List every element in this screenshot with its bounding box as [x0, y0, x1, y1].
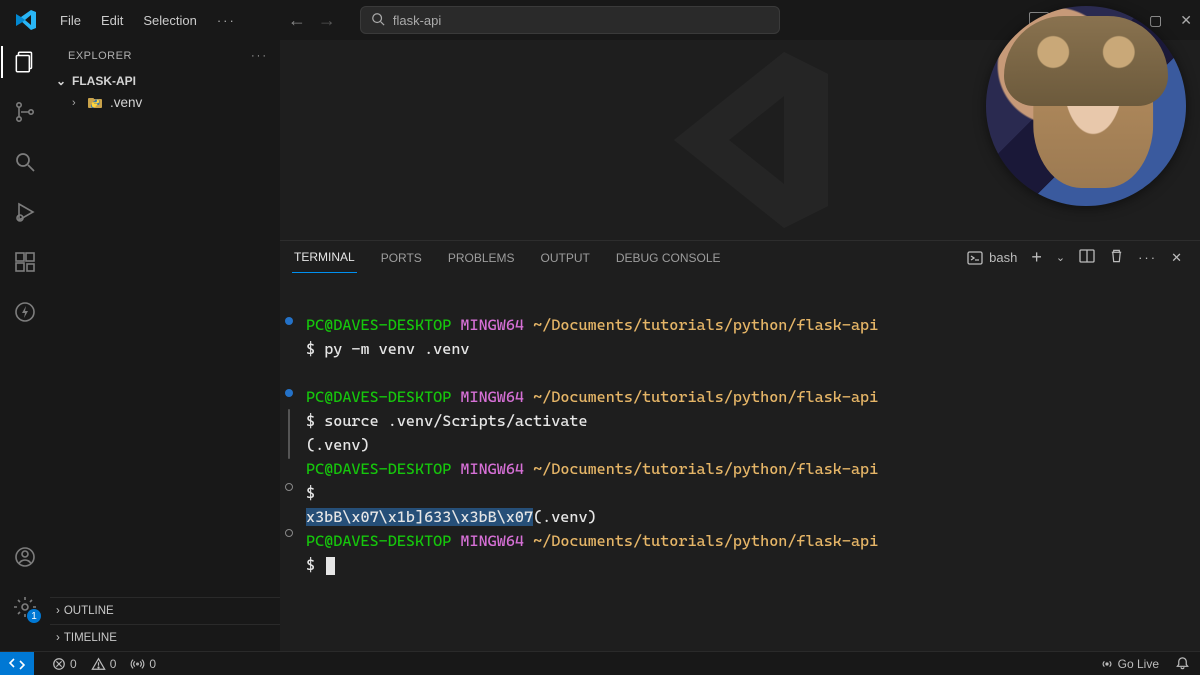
outline-label: OUTLINE	[64, 605, 114, 617]
terminal-marker-outline-icon	[285, 483, 293, 491]
status-go-live[interactable]: Go Live	[1100, 657, 1159, 671]
venv-indicator: (.venv)	[306, 436, 370, 454]
errors-count: 0	[70, 657, 77, 671]
terminal-view[interactable]: PC@DAVES-DESKTOP MINGW64 ~/Documents/tut…	[280, 275, 1200, 651]
terminal-dropdown-icon[interactable]: ⌄	[1056, 251, 1065, 264]
explorer-more-icon[interactable]: ···	[251, 50, 268, 62]
command-center-search[interactable]: flask-api	[360, 6, 780, 34]
tab-problems[interactable]: PROBLEMS	[446, 243, 517, 273]
prompt-shell: MINGW64	[460, 460, 524, 478]
activity-extensions-icon[interactable]	[11, 248, 39, 276]
tree-item-venv[interactable]: › .venv	[50, 92, 280, 113]
menu-edit[interactable]: Edit	[93, 9, 131, 32]
nav-forward-icon[interactable]: →	[318, 10, 336, 31]
prompt-userhost: PC@DAVES-DESKTOP	[306, 316, 451, 334]
activity-source-control-icon[interactable]	[11, 98, 39, 126]
activity-bar: 1	[0, 40, 50, 651]
tab-ports[interactable]: PORTS	[379, 243, 424, 273]
activity-explorer-icon[interactable]	[11, 48, 39, 76]
prompt-cwd: ~/Documents/tutorials/python/flask-api	[533, 316, 878, 334]
panel: TERMINAL PORTS PROBLEMS OUTPUT DEBUG CON…	[280, 240, 1200, 651]
activity-search-icon[interactable]	[11, 148, 39, 176]
status-errors[interactable]: 0	[52, 657, 77, 671]
terminal-branch-bar	[288, 409, 290, 459]
menu-overflow-icon[interactable]: ···	[209, 9, 244, 32]
tab-output[interactable]: OUTPUT	[539, 243, 592, 273]
panel-more-icon[interactable]: ···	[1138, 250, 1157, 265]
tab-debug-console[interactable]: DEBUG CONSOLE	[614, 243, 723, 273]
search-placeholder: flask-api	[393, 13, 441, 28]
search-icon	[371, 12, 385, 29]
activity-settings-icon[interactable]: 1	[11, 593, 39, 621]
menu-selection[interactable]: Selection	[135, 9, 204, 32]
chevron-right-icon: ›	[56, 605, 60, 617]
prompt-cwd: ~/Documents/tutorials/python/flask-api	[533, 460, 878, 478]
activity-thunder-icon[interactable]	[11, 298, 39, 326]
prompt-symbol: $	[306, 484, 315, 502]
prompt-userhost: PC@DAVES-DESKTOP	[306, 532, 451, 550]
status-bar: 0 0 0 Go Live	[0, 651, 1200, 675]
chevron-right-icon: ›	[72, 97, 82, 109]
settings-badge: 1	[27, 609, 41, 623]
tree-item-label: .venv	[110, 95, 142, 110]
shell-name: bash	[989, 250, 1017, 265]
prompt-cwd: ~/Documents/tutorials/python/flask-api	[533, 532, 878, 550]
escape-sequence-selected: x3bB\x07\x1b]633\x3bB\x07	[306, 508, 533, 526]
terminal-command-2: source .venv/Scripts/activate	[324, 412, 587, 430]
tab-terminal[interactable]: TERMINAL	[292, 242, 357, 273]
new-terminal-icon[interactable]: +	[1031, 247, 1042, 268]
status-ports[interactable]: 0	[130, 657, 156, 671]
status-warnings[interactable]: 0	[91, 657, 117, 671]
prompt-symbol: $	[306, 412, 315, 430]
warnings-count: 0	[110, 657, 117, 671]
timeline-label: TIMELINE	[64, 632, 117, 644]
remote-indicator-icon[interactable]	[0, 652, 34, 675]
explorer-root-folder[interactable]: ⌄ FLASK-API	[50, 70, 280, 92]
chevron-down-icon: ⌄	[54, 74, 68, 88]
vscode-watermark-icon	[630, 40, 850, 240]
terminal-marker-icon	[285, 389, 293, 397]
webcam-overlay	[986, 6, 1186, 206]
venv-indicator: (.venv)	[533, 508, 597, 526]
terminal-marker-outline-icon	[285, 529, 293, 537]
prompt-symbol: $	[306, 340, 315, 358]
window-maximize-icon[interactable]: ▢	[1149, 12, 1162, 29]
prompt-shell: MINGW64	[460, 532, 524, 550]
chevron-right-icon: ›	[56, 632, 60, 644]
explorer-sidebar: EXPLORER ··· ⌄ FLASK-API › .venv › OUTLI…	[50, 40, 280, 651]
explorer-title: EXPLORER	[68, 50, 132, 62]
terminal-marker-icon	[285, 317, 293, 325]
ports-count: 0	[149, 657, 156, 671]
vscode-logo-icon	[14, 8, 38, 32]
go-live-label: Go Live	[1118, 657, 1159, 671]
root-folder-label: FLASK-API	[72, 74, 136, 88]
menu-file[interactable]: File	[52, 9, 89, 32]
window-close-icon[interactable]: ✕	[1180, 12, 1192, 29]
prompt-symbol: $	[306, 556, 315, 574]
prompt-shell: MINGW64	[460, 388, 524, 406]
prompt-userhost: PC@DAVES-DESKTOP	[306, 460, 451, 478]
terminal-command-1: py -m venv .venv	[324, 340, 469, 358]
prompt-shell: MINGW64	[460, 316, 524, 334]
activity-accounts-icon[interactable]	[11, 543, 39, 571]
sidebar-section-timeline[interactable]: › TIMELINE	[50, 624, 280, 651]
prompt-cwd: ~/Documents/tutorials/python/flask-api	[533, 388, 878, 406]
panel-close-icon[interactable]: ✕	[1171, 250, 1182, 266]
activity-run-debug-icon[interactable]	[11, 198, 39, 226]
nav-back-icon[interactable]: ←	[288, 10, 306, 31]
prompt-userhost: PC@DAVES-DESKTOP	[306, 388, 451, 406]
kill-terminal-icon[interactable]	[1109, 248, 1124, 267]
sidebar-section-outline[interactable]: › OUTLINE	[50, 597, 280, 624]
terminal-shell-selector[interactable]: bash	[967, 250, 1017, 266]
python-folder-icon	[88, 96, 104, 110]
status-notifications-icon[interactable]	[1175, 656, 1190, 671]
split-terminal-icon[interactable]	[1079, 248, 1095, 267]
terminal-cursor	[326, 557, 335, 575]
panel-tabs: TERMINAL PORTS PROBLEMS OUTPUT DEBUG CON…	[280, 241, 1200, 275]
